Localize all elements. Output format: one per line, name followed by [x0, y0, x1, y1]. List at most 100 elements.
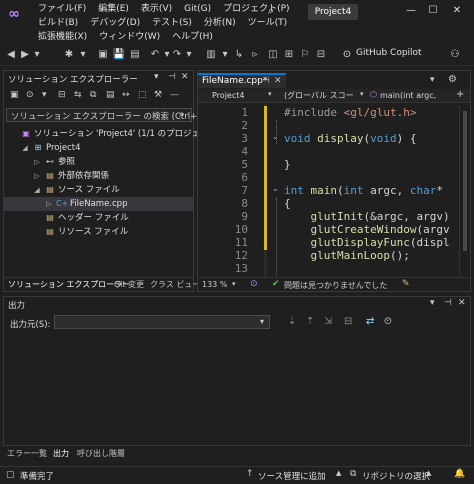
- account-icon[interactable]: ⚇: [448, 48, 462, 62]
- chevron-down-icon[interactable]: ▾: [76, 48, 90, 62]
- issues-status-text[interactable]: 問題は見つかりませんでした: [284, 280, 387, 291]
- save-all-icon[interactable]: ▤: [128, 48, 142, 62]
- github-copilot-button[interactable]: GitHub Copilot: [356, 48, 422, 58]
- find-next-icon[interactable]: ⇡: [306, 316, 314, 327]
- chevron-down-icon[interactable]: ▾: [218, 48, 232, 62]
- tree-item[interactable]: ▤ リソース ファイル: [4, 225, 193, 239]
- solution-explorer-search-input[interactable]: ソリューション エクスプローラー の検索 (Ctrl+;) ⌕: [6, 108, 203, 122]
- step-icon[interactable]: ↳: [232, 48, 246, 62]
- scope-dropdown[interactable]: (グローバル スコー: [284, 90, 358, 102]
- new-item-icon[interactable]: ✱: [62, 48, 76, 62]
- tree-expander-icon[interactable]: ▷: [32, 155, 42, 169]
- chevron-down-icon[interactable]: ▾: [42, 90, 47, 100]
- menu-item[interactable]: 分析(N): [198, 16, 242, 30]
- tab-solution-explorer[interactable]: ソリューション エクスプローラー: [8, 279, 130, 290]
- member-dropdown[interactable]: main(int argc,: [380, 90, 444, 102]
- grid-icon[interactable]: ⊞: [282, 48, 296, 62]
- code-icon[interactable]: ↔: [122, 90, 130, 100]
- vertical-scrollbar[interactable]: [459, 105, 469, 277]
- zoom-level[interactable]: 133 %: [202, 280, 227, 289]
- open-icon[interactable]: ▣: [96, 48, 110, 62]
- menu-item[interactable]: 編集(E): [92, 2, 135, 16]
- wrench-icon[interactable]: ⚒: [154, 90, 162, 100]
- menu-item[interactable]: 表示(V): [135, 2, 178, 16]
- debug-target-icon[interactable]: ▥: [204, 48, 218, 62]
- menu-item[interactable]: テスト(S): [146, 16, 198, 30]
- copilot-status-icon[interactable]: ⊙: [250, 279, 258, 289]
- clear-all-icon[interactable]: ⊟: [344, 316, 352, 327]
- tree-item[interactable]: ▷ ▤ 外部依存関係: [4, 169, 193, 183]
- collapse-all-icon[interactable]: ⊟: [58, 90, 66, 100]
- fold-toggle-icon[interactable]: ⌄: [272, 184, 282, 193]
- back-icon[interactable]: ◀: [4, 48, 18, 62]
- separator-icon[interactable]: —: [170, 90, 179, 100]
- tab-class-view[interactable]: クラス ビュー: [150, 279, 200, 290]
- bookmark-icon[interactable]: ⚐: [298, 48, 312, 62]
- search-icon[interactable]: ⌕: [179, 109, 185, 120]
- code-area[interactable]: 1 #include <gl/glut.h> 2 3 ⌄ void display(voi…: [198, 104, 470, 277]
- show-all-files-icon[interactable]: ⬚: [138, 90, 147, 100]
- panel-close-icon[interactable]: ✕: [458, 298, 466, 308]
- project-dropdown[interactable]: Project4: [212, 90, 270, 102]
- properties-icon[interactable]: ▤: [106, 90, 115, 100]
- swap-icon[interactable]: ⇆: [74, 90, 82, 100]
- pin-tab-icon[interactable]: ⊣: [262, 76, 270, 86]
- menu-item[interactable]: 拡張機能(X): [32, 30, 93, 44]
- menu-item[interactable]: ヘルプ(H): [166, 30, 219, 44]
- tree-item[interactable]: ▣ ソリューション 'Project4' (1/1 のプロジェクト): [4, 127, 220, 141]
- copilot-icon[interactable]: ⊙: [340, 48, 354, 62]
- split-editor-icon[interactable]: +: [456, 89, 464, 100]
- home-icon[interactable]: ▣: [10, 90, 19, 100]
- fold-toggle-icon[interactable]: ⌄: [272, 132, 282, 141]
- tree-expander-icon[interactable]: ◢: [32, 183, 42, 197]
- run-icon[interactable]: ▹: [248, 48, 262, 62]
- panel-close-icon[interactable]: ✕: [181, 72, 189, 82]
- menu-item[interactable]: ファイル(F): [32, 2, 92, 16]
- collapse-icon[interactable]: ⊟: [314, 48, 328, 62]
- panel-dropdown-icon[interactable]: ▾: [430, 298, 435, 308]
- go-to-message-icon[interactable]: ⇲: [324, 316, 332, 327]
- menu-item[interactable]: Git(G): [178, 2, 217, 16]
- tab-list-dropdown-icon[interactable]: ▾: [430, 75, 435, 85]
- sync-icon[interactable]: ⊙: [26, 90, 34, 100]
- chevron-down-icon[interactable]: ▾: [260, 317, 264, 326]
- minimize-button[interactable]: —: [402, 4, 420, 18]
- copy-icon[interactable]: ⧉: [90, 90, 96, 100]
- menu-item[interactable]: ツール(T): [242, 16, 294, 30]
- timestamp-icon[interactable]: ⏲: [384, 316, 392, 327]
- tree-expander-icon[interactable]: ◢: [20, 141, 30, 155]
- settings-icon[interactable]: ⚙: [448, 74, 457, 85]
- pin-icon[interactable]: ⊣: [444, 298, 452, 308]
- menu-item[interactable]: デバッグ(D): [84, 16, 146, 30]
- toggle-word-wrap-icon[interactable]: ⇄: [366, 316, 374, 327]
- tab-error-list[interactable]: エラー一覧: [7, 448, 47, 459]
- tab-output[interactable]: 出力: [53, 448, 69, 459]
- zoom-dropdown-icon[interactable]: ▾: [232, 280, 236, 288]
- tree-expander-icon[interactable]: ▷: [32, 169, 42, 183]
- tab-git-changes[interactable]: Git 変更: [114, 279, 144, 290]
- tree-item[interactable]: ◢ ⊞ Project4: [4, 141, 193, 155]
- add-to-source-control-button[interactable]: ソース管理に追加: [258, 470, 326, 482]
- menu-item[interactable]: プロジェクト(P): [217, 2, 295, 16]
- chevron-down-icon[interactable]: ▾: [182, 48, 196, 62]
- select-repository-button[interactable]: リポジトリの選択: [362, 470, 430, 482]
- save-icon[interactable]: 💾: [112, 48, 126, 62]
- code-cleanup-icon[interactable]: ✎: [402, 279, 410, 289]
- tree-item[interactable]: ▷ C+ FileName.cpp: [4, 197, 193, 211]
- notifications-bell-icon[interactable]: 🔔: [454, 469, 465, 479]
- menu-item[interactable]: ビルド(B): [32, 16, 84, 30]
- find-previous-icon[interactable]: ⇣: [288, 316, 296, 327]
- tree-item[interactable]: ▤ ヘッダー ファイル: [4, 211, 193, 225]
- layout-icon[interactable]: ◫: [266, 48, 280, 62]
- tree-item[interactable]: ◢ ▤ ソース ファイル: [4, 183, 193, 197]
- maximize-button[interactable]: ☐: [424, 4, 442, 18]
- menu-item[interactable]: ウィンドウ(W): [93, 30, 166, 44]
- tree-expander-icon[interactable]: ▷: [44, 197, 54, 211]
- close-button[interactable]: ✕: [448, 4, 466, 18]
- panel-dropdown-icon[interactable]: ▾: [154, 72, 159, 82]
- close-tab-icon[interactable]: ✕: [274, 76, 282, 86]
- tree-item[interactable]: ▷ ⊷ 参照: [4, 155, 193, 169]
- output-source-select[interactable]: [54, 315, 270, 329]
- chevron-down-icon[interactable]: ▾: [30, 48, 44, 62]
- document-tab-filename-cpp[interactable]: FileName.cpp* ⊣ ✕: [198, 73, 286, 88]
